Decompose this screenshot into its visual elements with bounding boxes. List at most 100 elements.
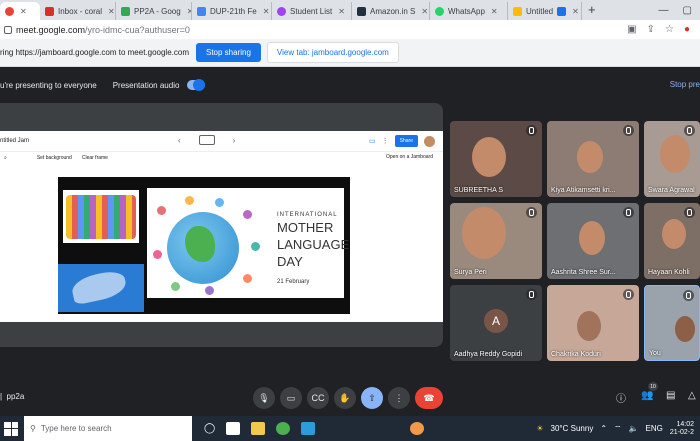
present-button[interactable]: ⇧: [361, 387, 383, 409]
minimize-icon[interactable]: —: [659, 5, 669, 16]
captions-button[interactable]: CC: [307, 387, 329, 409]
taskbar-search[interactable]: ⚲ Type here to search: [24, 416, 192, 441]
tray-chevron-icon[interactable]: ⌃: [600, 424, 607, 433]
avatar[interactable]: [424, 135, 435, 147]
presentation-bar: u're presenting to everyone Presentation…: [0, 76, 700, 94]
close-tab-icon[interactable]: ✕: [572, 7, 579, 16]
info-icon[interactable]: ⓘ: [616, 390, 626, 405]
participant-tile[interactable]: Swara Agrawal: [644, 121, 700, 197]
jam-tool-row: ⌕ Set background Clear frame Open on a J…: [0, 152, 443, 164]
tab-dup[interactable]: DUP-21th Fe ✕: [192, 2, 272, 20]
participant-tile[interactable]: Hayaan Kohli: [644, 203, 700, 279]
weather-text[interactable]: 30°C Sunny: [551, 424, 594, 433]
drive-icon: [121, 6, 130, 16]
mic-off-icon: [526, 125, 537, 136]
presentation-audio-toggle[interactable]: [187, 79, 206, 91]
lock-icon[interactable]: [4, 25, 12, 34]
mic-off-icon: [684, 207, 695, 218]
tab-label: DUP-21th Fe: [210, 6, 257, 16]
participant-tile[interactable]: SUBREETHA S: [450, 121, 542, 197]
close-tab-icon[interactable]: ✕: [20, 7, 27, 16]
maximize-icon[interactable]: ▢: [683, 5, 692, 16]
more-options-button[interactable]: ⋮: [388, 387, 410, 409]
tab-inbox[interactable]: Inbox - coral ✕: [40, 2, 116, 20]
tab-meet[interactable]: ✕: [0, 2, 40, 20]
task-view-button-icon[interactable]: [226, 422, 241, 435]
participant-name: Swara Agrawal: [648, 187, 695, 194]
chrome-icon[interactable]: [276, 422, 291, 435]
zoom-icon[interactable]: ⌕: [4, 155, 7, 161]
close-tab-icon[interactable]: ✕: [338, 7, 345, 16]
bird-image: [58, 264, 144, 312]
participant-name: Aadhya Reddy Gopidi: [454, 351, 523, 358]
new-tab-button[interactable]: +: [582, 2, 602, 20]
mic-off-icon: [526, 207, 537, 218]
task-view-icon[interactable]: ◯: [204, 423, 215, 434]
address-bar[interactable]: meet.google.com /yro-idmc-cua?authuser=0…: [0, 20, 700, 39]
mother-language-day-poster: INTERNATIONAL MOTHER LANGUAGE DAY 21 Feb…: [147, 188, 350, 298]
stop-presenting-button[interactable]: Stop pre: [670, 76, 700, 94]
jam-share-button[interactable]: Share: [394, 135, 418, 147]
participant-name: Hayaan Kohli: [648, 269, 690, 276]
network-icon[interactable]: ⌔: [614, 424, 622, 434]
open-on-jamboard-button[interactable]: Open on a Jamboard: [386, 154, 433, 160]
participant-tile[interactable]: Aashrita Shree Sur...: [547, 203, 639, 279]
close-tab-icon[interactable]: ✕: [108, 7, 115, 16]
file-explorer-icon[interactable]: [251, 422, 266, 435]
set-background-button[interactable]: Set background: [37, 155, 72, 161]
participant-tile[interactable]: Chakrika Koduri: [547, 285, 639, 361]
photos-icon[interactable]: [301, 422, 316, 435]
more-icon[interactable]: ⋮: [382, 137, 389, 145]
tab-student-list[interactable]: Student List ✕: [272, 2, 352, 20]
participant-tile-self[interactable]: You: [644, 285, 700, 361]
tab-amazon[interactable]: Amazon.in S ✕: [352, 2, 430, 20]
windows-start-icon[interactable]: [4, 421, 18, 436]
participant-tile[interactable]: A Aadhya Reddy Gopidi: [450, 285, 542, 361]
people-icon[interactable]: 👥: [641, 390, 653, 401]
record-icon[interactable]: ●: [684, 24, 690, 35]
participant-tile[interactable]: Kiya Atikamsetti kri...: [547, 121, 639, 197]
poster-text: INTERNATIONAL MOTHER LANGUAGE DAY 21 Feb…: [277, 212, 350, 285]
tab-pp2a[interactable]: PP2A - Goog ✕: [116, 2, 192, 20]
clear-frame-button[interactable]: Clear frame: [82, 155, 108, 161]
taskbar-clock[interactable]: 14:02 21-02-2: [670, 421, 694, 437]
clock-date: 21-02-2: [669, 428, 694, 436]
close-tab-icon[interactable]: ✕: [421, 7, 428, 16]
next-frame-icon[interactable]: ›: [233, 136, 236, 145]
mic-off-icon: [684, 125, 695, 136]
share-icon[interactable]: ⇪: [647, 24, 655, 35]
poster-line-day: DAY: [277, 254, 303, 269]
jam-title[interactable]: ntitled Jam: [0, 138, 29, 144]
close-tab-icon[interactable]: ✕: [263, 7, 270, 16]
prev-frame-icon[interactable]: ‹: [178, 136, 181, 145]
poster-line-international: INTERNATIONAL: [277, 212, 338, 218]
screen-sharing-bar: ring https://jamboard.google.com to meet…: [0, 39, 700, 67]
camera-icon[interactable]: ▣: [627, 24, 636, 35]
stop-sharing-button[interactable]: Stop sharing: [196, 43, 261, 62]
sheet-icon: [277, 6, 286, 16]
frame-bar-icon[interactable]: [198, 135, 215, 145]
app-icon[interactable]: [410, 422, 425, 435]
mic-off-icon: [526, 289, 537, 300]
tab-untitled[interactable]: Untitled ✕: [508, 2, 582, 20]
leave-call-button[interactable]: ☎: [415, 387, 443, 409]
language-indicator[interactable]: ENG: [646, 424, 663, 433]
view-tab-button[interactable]: View tab: jamboard.google.com: [266, 42, 399, 63]
raise-hand-button[interactable]: ✋: [334, 387, 356, 409]
collage-image: [63, 190, 139, 243]
chat-icon[interactable]: ▤: [666, 390, 675, 401]
casting-icon: [557, 6, 567, 16]
microphone-button[interactable]: 🎙: [253, 387, 275, 409]
tab-whatsapp[interactable]: WhatsApp ✕: [430, 2, 508, 20]
camera-button[interactable]: ▭: [280, 387, 302, 409]
star-icon[interactable]: ☆: [665, 24, 674, 35]
volume-icon[interactable]: 🔈: [629, 424, 639, 433]
present-icon[interactable]: ▭: [369, 137, 376, 145]
activities-icon[interactable]: △: [688, 390, 696, 401]
close-tab-icon[interactable]: ✕: [491, 7, 498, 16]
browser-tab-bar: ✕ Inbox - coral ✕ PP2A - Goog ✕ DUP-21th…: [0, 0, 700, 20]
poster-line-language: LANGUAGE: [277, 237, 350, 252]
sharing-message: ring https://jamboard.google.com to meet…: [0, 48, 189, 57]
recording-icon: [5, 6, 14, 16]
participant-tile[interactable]: Surya Peri: [450, 203, 542, 279]
